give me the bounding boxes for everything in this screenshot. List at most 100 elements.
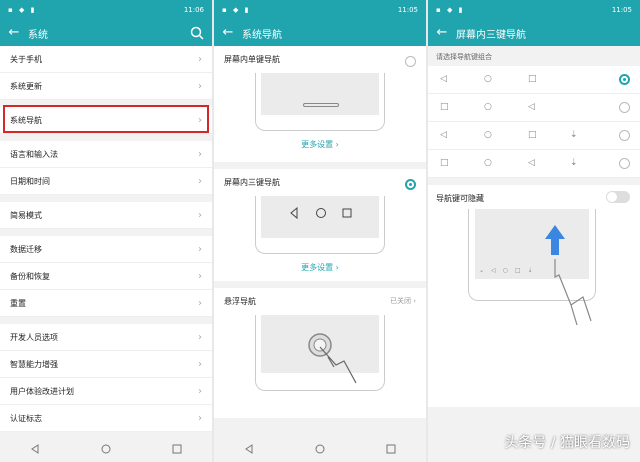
floating-nav-label: 悬浮导航 — [224, 297, 256, 306]
back-icon: ◁ — [440, 74, 447, 84]
recent-icon: □ — [440, 102, 449, 112]
hide-nav-toggle[interactable] — [606, 191, 630, 203]
settings-item-smart-enhance[interactable]: 智慧能力增强 › — [0, 351, 212, 378]
hide-nav-section: 导航键可隐藏 ⌄◁○□⇣ — [428, 185, 640, 407]
recent-icon: □ — [528, 74, 537, 84]
floating-button-hand-icon — [308, 333, 357, 384]
settings-item-date-time[interactable]: 日期和时间 › — [0, 168, 212, 195]
status-icons: ▪ ◆ ▮ — [436, 6, 465, 14]
settings-item-reset[interactable]: 重置 › — [0, 290, 212, 317]
chevron-right-icon: › — [198, 209, 202, 221]
chevron-right-icon: › — [198, 175, 202, 187]
nav-back-icon[interactable] — [244, 444, 254, 454]
nav-recent-icon[interactable] — [172, 444, 182, 454]
combo-option-2[interactable]: □ ○ ◁ — [428, 94, 640, 122]
phone-illustration — [255, 315, 385, 391]
single-nav-bar-icon — [303, 103, 339, 107]
page-title: 屏幕内三键导航 — [456, 29, 526, 41]
combo-option-3[interactable]: ◁ ○ □ ⇣ — [428, 122, 640, 150]
back-arrow-icon[interactable]: ← — [428, 20, 456, 46]
chevron-right-icon: › — [198, 53, 202, 65]
notification-pull-icon: ⇣ — [570, 158, 578, 168]
app-bar: ← 屏幕内三键导航 — [428, 20, 640, 46]
recent-icon: □ — [440, 158, 449, 168]
nav-home-icon[interactable] — [315, 444, 325, 454]
chevron-right-icon: › — [198, 148, 202, 160]
nav-recent-icon[interactable] — [386, 444, 396, 454]
phone-illustration — [255, 196, 385, 254]
phone-illustration — [255, 73, 385, 131]
chevron-right-icon: › — [198, 385, 202, 397]
combo-header: 请选择导航键组合 — [428, 46, 640, 66]
system-settings-screen: ▪ ◆ ▮ 11:06 ← 系统 关于手机 › 系统更新 › 系统导航 › 语言和输入… — [0, 0, 212, 462]
combo-radio-1[interactable] — [619, 74, 630, 85]
combo-radio-4[interactable] — [619, 158, 630, 169]
three-key-nav-icons — [290, 206, 352, 220]
back-arrow-icon[interactable]: ← — [0, 20, 28, 46]
back-icon: ◁ — [528, 102, 535, 112]
highlight-box — [3, 105, 209, 133]
recent-icon: □ — [528, 130, 537, 140]
settings-item-backup-restore[interactable]: 备份和恢复 › — [0, 263, 212, 290]
hide-nav-label: 导航键可隐藏 — [436, 194, 484, 203]
chevron-right-icon: › — [198, 297, 202, 309]
three-key-nav-label: 屏幕内三键导航 — [224, 178, 280, 187]
nav-back-icon[interactable] — [30, 444, 40, 454]
app-bar: ← 系统 — [0, 20, 212, 46]
page-title: 系统 — [28, 29, 48, 41]
notification-pull-icon: ⇣ — [570, 130, 578, 140]
status-icons: ▪ ◆ ▮ — [222, 6, 251, 14]
three-key-nav-option[interactable]: 屏幕内三键导航 更多设置 › — [214, 169, 426, 281]
system-navigation-screen: ▪ ◆ ▮ 11:05 ← 系统导航 屏幕内单键导航 更多设置 › 屏幕内三键导… — [214, 0, 426, 462]
floating-nav-status: 已关闭 › — [389, 297, 416, 305]
single-key-nav-option[interactable]: 屏幕内单键导航 更多设置 › — [214, 46, 426, 162]
three-key-nav-radio[interactable] — [405, 179, 416, 190]
combo-option-1[interactable]: ◁ ○ □ — [428, 66, 640, 94]
floating-nav-option[interactable]: 悬浮导航 已关闭 › — [214, 288, 426, 418]
settings-item-ux-program[interactable]: 用户体验改进计划 › — [0, 378, 212, 405]
chevron-right-icon: › — [198, 412, 202, 424]
mini-nav-icons: ⌄◁○□⇣ — [479, 267, 540, 274]
status-bar: ▪ ◆ ▮ 11:05 — [428, 0, 640, 20]
settings-item-developer-options[interactable]: 开发人员选项 › — [0, 324, 212, 351]
nav-bar — [214, 436, 426, 462]
settings-item-simple-mode[interactable]: 简易模式 › — [0, 202, 212, 229]
chevron-right-icon: › — [198, 243, 202, 255]
status-icons: ▪ ◆ ▮ — [8, 6, 37, 14]
single-key-nav-radio[interactable] — [405, 56, 416, 67]
status-time: 11:05 — [611, 6, 632, 14]
settings-list: 关于手机 › 系统更新 › 系统导航 › 语言和输入法 › 日期和时间 › 简易模式 › 数… — [0, 46, 212, 432]
back-icon: ◁ — [528, 158, 535, 168]
settings-item-language-input[interactable]: 语言和输入法 › — [0, 141, 212, 168]
combo-radio-2[interactable] — [619, 102, 630, 113]
status-time: 11:06 — [183, 6, 204, 14]
watermark: 头条号 / 猫眼看数码 — [504, 435, 630, 451]
home-icon: ○ — [484, 130, 492, 140]
back-arrow-icon[interactable]: ← — [214, 20, 242, 46]
home-icon: ○ — [484, 158, 492, 168]
combo-radio-3[interactable] — [619, 130, 630, 141]
status-bar: ▪ ◆ ▮ 11:06 — [0, 0, 212, 20]
phone-illustration: ⌄◁○□⇣ — [468, 209, 596, 326]
app-bar: ← 系统导航 — [214, 20, 426, 46]
three-key-nav-screen: ▪ ◆ ▮ 11:05 ← 屏幕内三键导航 请选择导航键组合 ◁ ○ □ □ ○… — [428, 0, 640, 462]
swipe-up-hand-icon — [545, 225, 592, 326]
back-icon: ◁ — [440, 130, 447, 140]
settings-item-data-migration[interactable]: 数据迁移 › — [0, 236, 212, 263]
home-icon: ○ — [484, 102, 492, 112]
more-settings-link[interactable]: 更多设置 › — [224, 139, 416, 150]
more-settings-link[interactable]: 更多设置 › — [224, 262, 416, 273]
nav-bar — [0, 436, 212, 462]
settings-item-certification[interactable]: 认证标志 › — [0, 405, 212, 432]
nav-home-icon[interactable] — [101, 444, 111, 454]
chevron-right-icon: › — [198, 270, 202, 282]
settings-item-system-update[interactable]: 系统更新 › — [0, 73, 212, 100]
settings-item-about-phone[interactable]: 关于手机 › — [0, 46, 212, 73]
chevron-right-icon: › — [198, 80, 202, 92]
single-key-nav-label: 屏幕内单键导航 — [224, 55, 280, 64]
search-icon[interactable] — [190, 26, 204, 40]
chevron-right-icon: › — [198, 331, 202, 343]
status-time: 11:05 — [397, 6, 418, 14]
status-bar: ▪ ◆ ▮ 11:05 — [214, 0, 426, 20]
combo-option-4[interactable]: □ ○ ◁ ⇣ — [428, 150, 640, 178]
